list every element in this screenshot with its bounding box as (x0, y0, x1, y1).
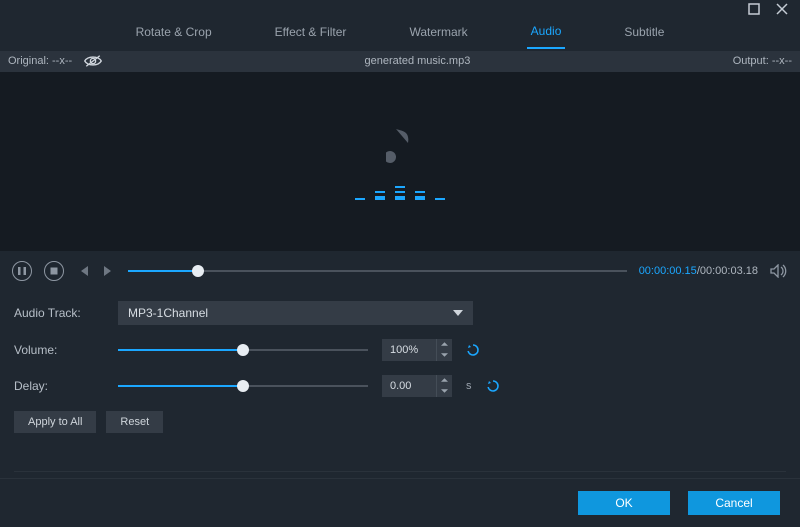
time-display: 00:00:00.15/00:00:03.18 (639, 265, 758, 277)
time-current: 00:00:00.15 (639, 265, 697, 277)
preview-area (0, 72, 800, 251)
delay-step-up[interactable] (437, 375, 452, 386)
audio-track-select[interactable]: MP3-1Channel (118, 301, 473, 325)
preview-strip: Original: --x-- generated music.mp3 Outp… (0, 51, 800, 72)
delay-spinbox[interactable]: 0.00 (382, 375, 452, 397)
volume-icon[interactable] (770, 264, 788, 278)
transport-bar: 00:00:00.15/00:00:03.18 (0, 251, 800, 291)
divider (14, 471, 786, 472)
delay-unit: s (466, 380, 472, 392)
volume-slider[interactable] (118, 343, 368, 357)
filename-label: generated music.mp3 (102, 55, 733, 67)
output-dim-label: Output: --x-- (733, 55, 800, 67)
tab-effect-filter[interactable]: Effect & Filter (271, 21, 351, 48)
close-button[interactable] (774, 1, 790, 17)
volume-value: 100% (390, 344, 418, 356)
play-pause-button[interactable] (12, 261, 32, 281)
volume-step-down[interactable] (437, 350, 452, 361)
preview-toggle-icon[interactable] (84, 55, 102, 67)
delay-value: 0.00 (390, 380, 411, 392)
delay-reset-icon[interactable] (486, 379, 500, 393)
tab-audio[interactable]: Audio (527, 20, 566, 49)
volume-spinbox[interactable]: 100% (382, 339, 452, 361)
cancel-button[interactable]: Cancel (688, 491, 780, 515)
equalizer-icon (355, 186, 445, 200)
next-button[interactable] (102, 264, 116, 278)
timeline-slider[interactable] (128, 264, 627, 278)
ok-button[interactable]: OK (578, 491, 670, 515)
tab-rotate-crop[interactable]: Rotate & Crop (132, 21, 216, 48)
titlebar (0, 0, 800, 19)
audio-track-label: Audio Track: (14, 306, 104, 320)
volume-reset-icon[interactable] (466, 343, 480, 357)
audio-track-value: MP3-1Channel (128, 306, 208, 320)
tab-subtitle[interactable]: Subtitle (620, 21, 668, 48)
volume-label: Volume: (14, 343, 104, 357)
volume-step-up[interactable] (437, 339, 452, 350)
reset-button[interactable]: Reset (106, 411, 163, 433)
chevron-down-icon (453, 308, 463, 318)
delay-slider[interactable] (118, 379, 368, 393)
time-total: 00:00:03.18 (700, 265, 758, 277)
apply-to-all-button[interactable]: Apply to All (14, 411, 96, 433)
maximize-button[interactable] (746, 1, 762, 17)
tab-watermark[interactable]: Watermark (405, 21, 471, 48)
delay-label: Delay: (14, 379, 104, 393)
delay-step-down[interactable] (437, 386, 452, 397)
audio-panel: Audio Track: MP3-1Channel Volume: 100% (0, 291, 800, 478)
original-dim-label: Original: --x-- (8, 55, 72, 67)
footer: OK Cancel (0, 478, 800, 527)
music-note-icon (386, 123, 414, 172)
stop-button[interactable] (44, 261, 64, 281)
tab-bar: Rotate & Crop Effect & Filter Watermark … (0, 19, 800, 51)
prev-button[interactable] (76, 264, 90, 278)
